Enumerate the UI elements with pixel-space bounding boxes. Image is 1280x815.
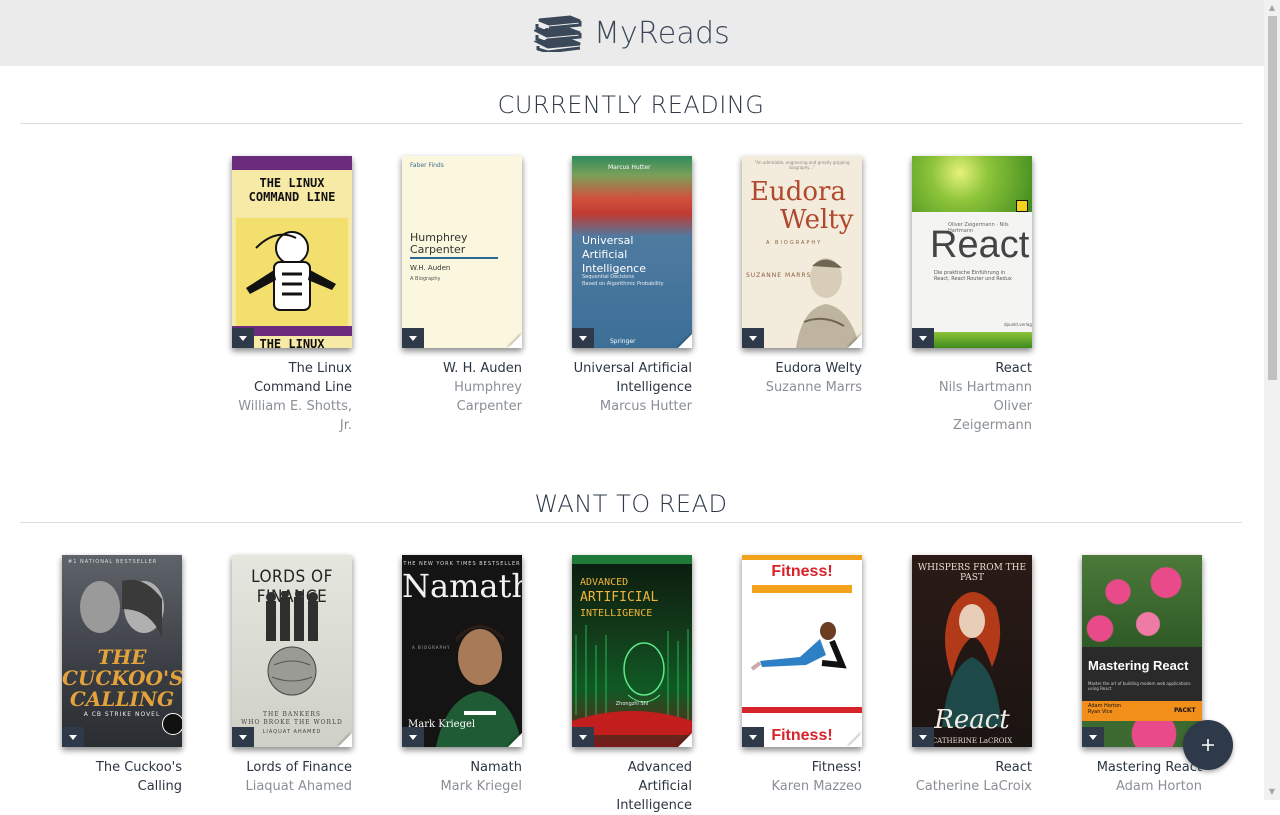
shelf-changer-button[interactable] bbox=[402, 727, 424, 747]
triangle-down-icon bbox=[749, 335, 757, 341]
page-fold bbox=[678, 733, 692, 747]
shelf-changer-button[interactable] bbox=[62, 727, 84, 747]
book-authors: William E. Shotts, Jr. bbox=[238, 399, 352, 433]
vertical-scrollbar[interactable]: ▲ ▼ bbox=[1264, 0, 1280, 800]
triangle-down-icon bbox=[69, 734, 77, 740]
book-cover[interactable]: Faber Finds Humphrey Carpenter W.H. Auden… bbox=[402, 156, 522, 348]
scroll-up-icon[interactable]: ▲ bbox=[1264, 0, 1280, 16]
book-authors: Humphrey Carpenter bbox=[454, 380, 522, 414]
book-authors: Karen Mazzeo bbox=[771, 779, 862, 794]
app-header: MyReads bbox=[0, 0, 1264, 66]
book-authors: Mark Kriegel bbox=[440, 779, 522, 794]
app-title: MyReads bbox=[593, 15, 731, 51]
triangle-down-icon bbox=[239, 734, 247, 740]
book-cover[interactable]: Marcus Hutter Universal Artificial Intell… bbox=[572, 156, 692, 348]
book-cover[interactable]: THE NEW YORK TIMES BESTSELLER Namath A B… bbox=[402, 555, 522, 747]
shelf-title-want-to-read: WANT TO READ bbox=[20, 490, 1242, 523]
triangle-down-icon bbox=[579, 335, 587, 341]
book-cover[interactable]: Fitness! Fitness! bbox=[742, 555, 862, 747]
book-authors: Nils Hartmann Oliver Zeigermann bbox=[938, 380, 1032, 433]
book-cover[interactable]: Oliver Zeigermann · Nils Hartmann React … bbox=[912, 156, 1032, 348]
shelf-changer-button[interactable] bbox=[742, 328, 764, 348]
book-cover[interactable]: WHISPERS FROM THE PAST React CATHERINE L… bbox=[912, 555, 1032, 747]
triangle-down-icon bbox=[919, 734, 927, 740]
shelf-changer-button[interactable] bbox=[572, 727, 594, 747]
shelf-changer-button[interactable] bbox=[912, 727, 934, 747]
triangle-down-icon bbox=[409, 734, 417, 740]
book-title: W. H. Auden bbox=[442, 361, 522, 376]
book-cover[interactable]: LORDS OF FINANCE THE BANKERS WHO BROKE TH… bbox=[232, 555, 352, 747]
book-title: Advanced Artificial Intelligence bbox=[616, 760, 692, 813]
book-authors: Suzanne Marrs bbox=[765, 380, 862, 395]
book-title: Fitness! bbox=[811, 760, 862, 775]
shelf-changer-button[interactable] bbox=[232, 727, 254, 747]
page-fold bbox=[848, 334, 862, 348]
book-authors: Adam Horton bbox=[1115, 779, 1202, 794]
book-authors: Liaquat Ahamed bbox=[245, 779, 352, 794]
triangle-down-icon bbox=[749, 734, 757, 740]
shelf-changer-button[interactable] bbox=[572, 328, 594, 348]
triangle-down-icon bbox=[919, 335, 927, 341]
triangle-down-icon bbox=[1089, 734, 1097, 740]
book-authors: Marcus Hutter bbox=[599, 399, 692, 414]
book-title: Mastering React bbox=[1096, 760, 1202, 775]
shelf-changer-button[interactable] bbox=[912, 328, 934, 348]
page-fold bbox=[848, 733, 862, 747]
shelf-changer-button[interactable] bbox=[402, 328, 424, 348]
book-cover[interactable]: THE LINUX COMMAND LINE THE LINUX bbox=[232, 156, 352, 348]
book-cover[interactable]: ADVANCED ARTIFICIAL INTELLIGENCE Zhongzhi … bbox=[572, 555, 692, 747]
shelf-title-currently-reading: CURRENTLY READING bbox=[20, 91, 1242, 124]
book-title: Eudora Welty bbox=[775, 361, 862, 376]
add-book-button[interactable] bbox=[1183, 720, 1233, 770]
shelf-changer-button[interactable] bbox=[742, 727, 764, 747]
book-cover[interactable]: "An admirable, engrossing and greatly gr… bbox=[742, 156, 862, 348]
page-fold bbox=[508, 334, 522, 348]
scroll-down-icon[interactable]: ▼ bbox=[1264, 784, 1280, 800]
triangle-down-icon bbox=[239, 335, 247, 341]
plus-icon bbox=[1202, 739, 1214, 751]
book-title: Namath bbox=[470, 760, 522, 775]
shelf-changer-button[interactable] bbox=[1082, 727, 1104, 747]
page-fold bbox=[508, 733, 522, 747]
book-title: Universal Artificial Intelligence bbox=[573, 361, 692, 395]
book-title: The Cuckoo's Calling bbox=[95, 760, 182, 794]
book-authors: Catherine LaCroix bbox=[915, 779, 1032, 794]
triangle-down-icon bbox=[409, 335, 417, 341]
book-title: React bbox=[995, 361, 1032, 376]
page-fold bbox=[338, 733, 352, 747]
triangle-down-icon bbox=[579, 734, 587, 740]
book-cover[interactable]: #1 NATIONAL BESTSELLER THE CUCKOO'S CALLIN… bbox=[62, 555, 182, 747]
book-title: React bbox=[995, 760, 1032, 775]
book-title: The Linux Command Line bbox=[253, 361, 352, 395]
books-stack-icon bbox=[533, 15, 582, 52]
shelf-changer-button[interactable] bbox=[232, 328, 254, 348]
scroll-thumb[interactable] bbox=[1268, 16, 1277, 380]
book-title: Lords of Finance bbox=[246, 760, 352, 775]
page-fold bbox=[678, 334, 692, 348]
book-cover[interactable]: Mastering React Master the art of buildi… bbox=[1082, 555, 1202, 747]
brand: MyReads bbox=[533, 14, 731, 52]
